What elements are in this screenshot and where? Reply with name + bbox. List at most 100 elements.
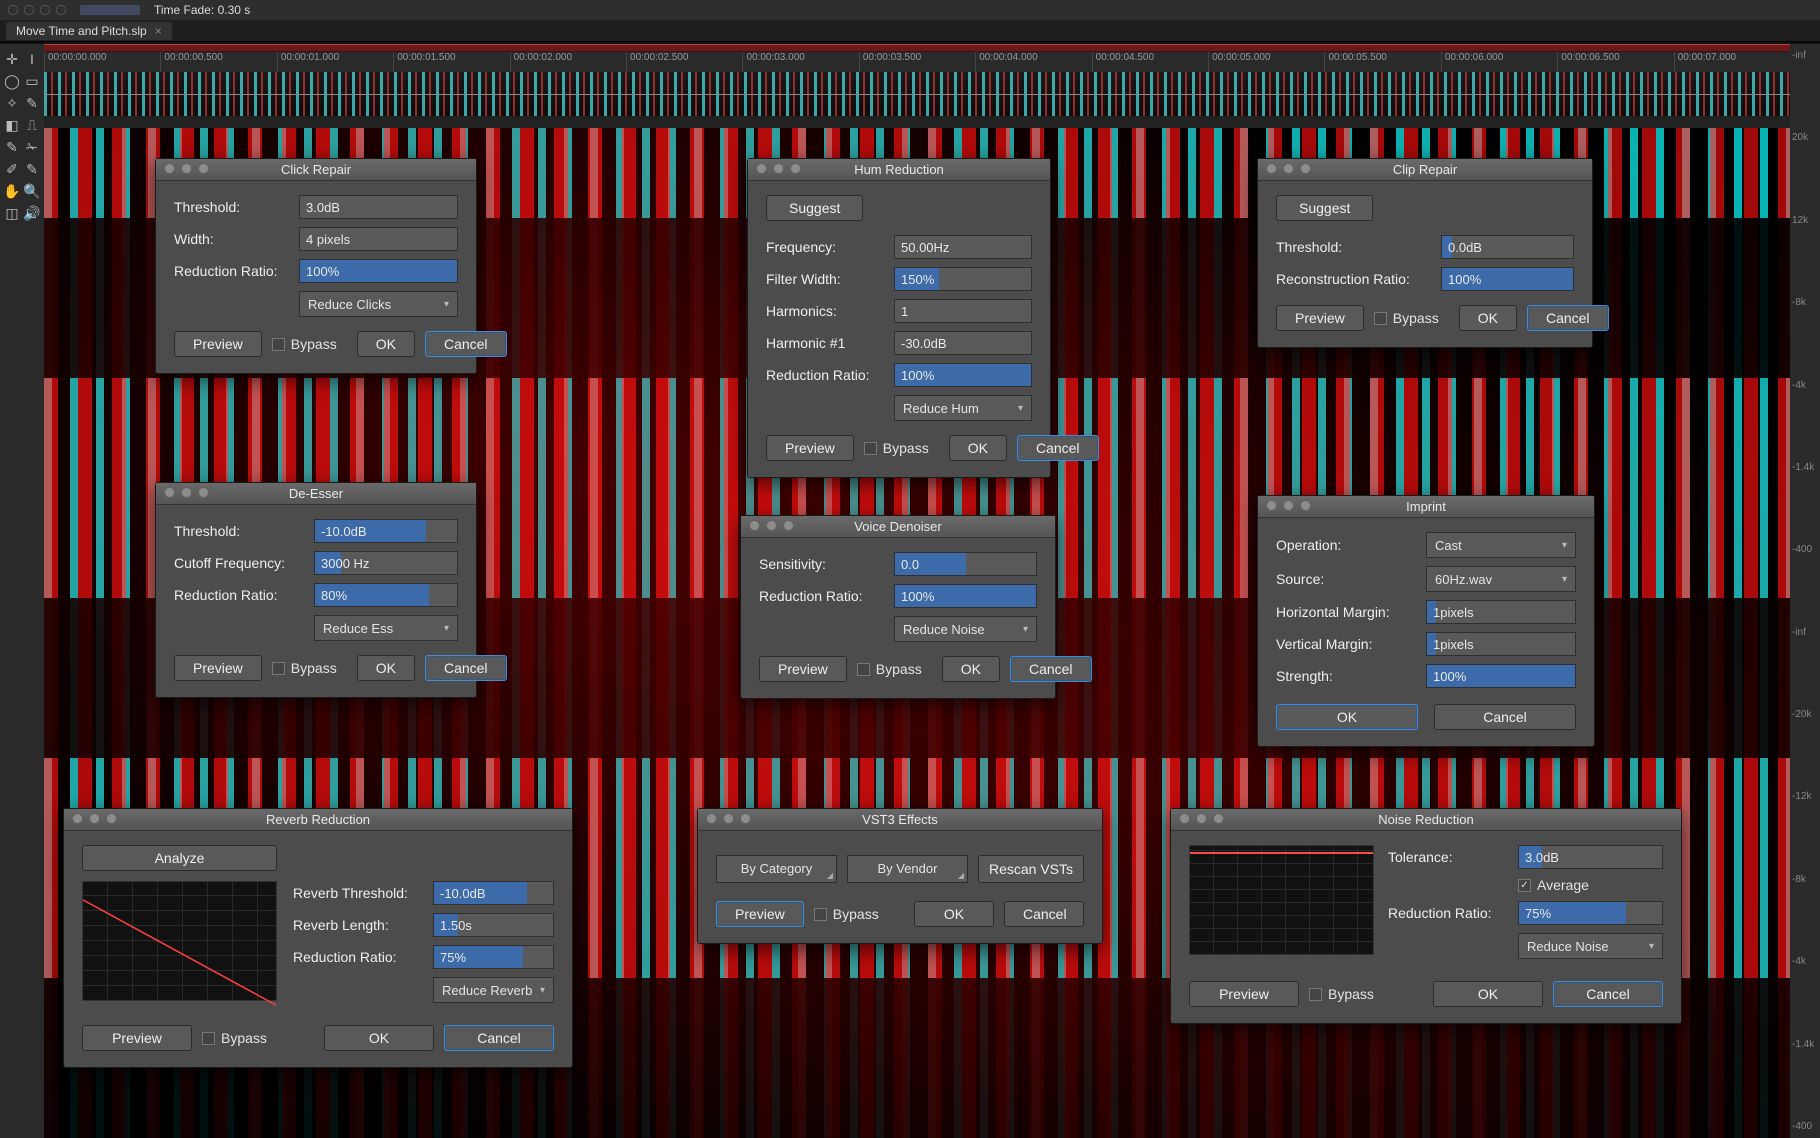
bypass-checkbox[interactable]: Bypass bbox=[1374, 310, 1439, 326]
speaker-tool-icon[interactable]: 🔊 bbox=[23, 204, 41, 222]
sensitivity-input[interactable]: 0.0 bbox=[894, 552, 1037, 576]
dialog-titlebar[interactable]: De-Esser bbox=[156, 483, 476, 505]
cancel-button[interactable]: Cancel bbox=[1434, 704, 1576, 730]
bypass-checkbox[interactable]: Bypass bbox=[272, 336, 337, 352]
suggest-button[interactable]: Suggest bbox=[766, 195, 863, 221]
ok-button[interactable]: OK bbox=[914, 901, 994, 927]
ibeam-tool-icon[interactable]: I bbox=[23, 50, 41, 68]
zoom-icon[interactable] bbox=[1213, 813, 1224, 824]
preview-button[interactable]: Preview bbox=[1189, 981, 1299, 1007]
minimize-icon[interactable] bbox=[1283, 163, 1294, 174]
close-icon[interactable] bbox=[164, 487, 175, 498]
cancel-button[interactable]: Cancel bbox=[1004, 901, 1084, 927]
zoom-icon[interactable] bbox=[783, 520, 794, 531]
mode-select[interactable]: Reduce Noise▾ bbox=[1518, 933, 1663, 959]
document-tab[interactable]: Move Time and Pitch.slp × bbox=[6, 22, 172, 40]
close-icon[interactable] bbox=[749, 520, 760, 531]
move-tool-icon[interactable]: ✛ bbox=[3, 50, 21, 68]
marquee-tool-icon[interactable]: ▭ bbox=[23, 72, 41, 90]
average-checkbox[interactable]: ✓Average bbox=[1518, 877, 1589, 893]
pen-tool-icon[interactable]: ✎ bbox=[3, 138, 21, 156]
dialog-titlebar[interactable]: Hum Reduction bbox=[748, 159, 1050, 181]
wand-tool-icon[interactable]: ✧ bbox=[3, 94, 21, 112]
strength-input[interactable]: 100% bbox=[1426, 664, 1576, 688]
close-icon[interactable] bbox=[1179, 813, 1190, 824]
cutoff-input[interactable]: 3000 Hz bbox=[314, 551, 458, 575]
reverb-length-input[interactable]: 1.50s bbox=[433, 913, 554, 937]
dialog-titlebar[interactable]: Reverb Reduction bbox=[64, 809, 572, 831]
bypass-checkbox[interactable]: Bypass bbox=[857, 661, 922, 677]
ok-button[interactable]: OK bbox=[949, 435, 1007, 461]
threshold-input[interactable]: -10.0dB bbox=[314, 519, 458, 543]
hand-tool-icon[interactable]: ✋ bbox=[3, 182, 21, 200]
by-category-button[interactable]: By Category◢ bbox=[716, 855, 837, 883]
vmargin-input[interactable]: 1pixels bbox=[1426, 632, 1576, 656]
zoom-icon[interactable] bbox=[106, 813, 117, 824]
close-icon[interactable] bbox=[164, 163, 175, 174]
ratio-input[interactable]: 80% bbox=[314, 583, 458, 607]
mode-select[interactable]: Reduce Reverb▾ bbox=[433, 977, 554, 1003]
knife-tool-icon[interactable]: ✁ bbox=[23, 138, 41, 156]
preview-button[interactable]: Preview bbox=[1276, 305, 1364, 331]
frequency-input[interactable]: 50.00Hz bbox=[894, 235, 1032, 259]
close-icon[interactable] bbox=[706, 813, 717, 824]
ok-button[interactable]: OK bbox=[1276, 704, 1418, 730]
preview-button[interactable]: Preview bbox=[174, 331, 262, 357]
hmargin-input[interactable]: 1pixels bbox=[1426, 600, 1576, 624]
mode-select[interactable]: Reduce Clicks▾ bbox=[299, 291, 458, 317]
mode-select[interactable]: Reduce Noise▾ bbox=[894, 616, 1037, 642]
filter-width-input[interactable]: 150% bbox=[894, 267, 1032, 291]
preview-button[interactable]: Preview bbox=[716, 901, 804, 927]
stamp-tool-icon[interactable]: ⎍ bbox=[23, 116, 41, 134]
minimize-icon[interactable] bbox=[766, 520, 777, 531]
preview-button[interactable]: Preview bbox=[766, 435, 854, 461]
dialog-titlebar[interactable]: VST3 Effects bbox=[698, 809, 1102, 831]
minimize-icon[interactable] bbox=[89, 813, 100, 824]
zoom-icon[interactable] bbox=[198, 163, 209, 174]
close-icon[interactable] bbox=[1266, 500, 1277, 511]
ok-button[interactable]: OK bbox=[324, 1025, 434, 1051]
time-ruler[interactable]: 00:00:00.00000:00:00.50000:00:01.00000:0… bbox=[44, 52, 1790, 72]
dialog-titlebar[interactable]: Noise Reduction bbox=[1171, 809, 1681, 831]
dialog-titlebar[interactable]: Voice Denoiser bbox=[741, 516, 1055, 538]
timeline-scrub[interactable] bbox=[44, 44, 1790, 52]
cancel-button[interactable]: Cancel bbox=[425, 655, 507, 681]
ok-button[interactable]: OK bbox=[942, 656, 1000, 682]
minimize-icon[interactable] bbox=[1283, 500, 1294, 511]
zoom-icon[interactable] bbox=[198, 487, 209, 498]
close-icon[interactable] bbox=[756, 163, 767, 174]
preview-button[interactable]: Preview bbox=[174, 655, 262, 681]
mode-select[interactable]: Reduce Ess▾ bbox=[314, 615, 458, 641]
width-input[interactable]: 4 pixels bbox=[299, 227, 458, 251]
minimize-icon[interactable] bbox=[773, 163, 784, 174]
cancel-button[interactable]: Cancel bbox=[1553, 981, 1663, 1007]
minimize-icon[interactable] bbox=[723, 813, 734, 824]
ratio-input[interactable]: 100% bbox=[894, 363, 1032, 387]
preview-button[interactable]: Preview bbox=[759, 656, 847, 682]
ratio-input[interactable]: 100% bbox=[299, 259, 458, 283]
harmonics-input[interactable]: 1 bbox=[894, 299, 1032, 323]
suggest-button[interactable]: Suggest bbox=[1276, 195, 1373, 221]
dialog-titlebar[interactable]: Imprint bbox=[1258, 496, 1594, 518]
close-icon[interactable]: × bbox=[155, 24, 162, 38]
zoom-icon[interactable] bbox=[1300, 500, 1311, 511]
cancel-button[interactable]: Cancel bbox=[444, 1025, 554, 1051]
lasso-tool-icon[interactable]: ◯ bbox=[3, 72, 21, 90]
ratio-input[interactable]: 100% bbox=[1441, 267, 1574, 291]
eraser-tool-icon[interactable]: ◧ bbox=[3, 116, 21, 134]
paint-tool-icon[interactable]: ✎ bbox=[23, 160, 41, 178]
bypass-checkbox[interactable]: Bypass bbox=[814, 906, 879, 922]
bypass-checkbox[interactable]: Bypass bbox=[202, 1030, 267, 1046]
ok-button[interactable]: OK bbox=[1433, 981, 1543, 1007]
cancel-button[interactable]: Cancel bbox=[425, 331, 507, 357]
bypass-checkbox[interactable]: Bypass bbox=[1309, 986, 1374, 1002]
zoom-icon[interactable] bbox=[790, 163, 801, 174]
time-fade-slider[interactable] bbox=[80, 5, 140, 15]
by-vendor-button[interactable]: By Vendor◢ bbox=[847, 855, 968, 883]
ratio-input[interactable]: 75% bbox=[433, 945, 554, 969]
harmonic1-input[interactable]: -30.0dB bbox=[894, 331, 1032, 355]
dialog-titlebar[interactable]: Click Repair bbox=[156, 159, 476, 181]
ok-button[interactable]: OK bbox=[357, 331, 415, 357]
cube-tool-icon[interactable]: ◫ bbox=[3, 204, 21, 222]
cancel-button[interactable]: Cancel bbox=[1527, 305, 1609, 331]
